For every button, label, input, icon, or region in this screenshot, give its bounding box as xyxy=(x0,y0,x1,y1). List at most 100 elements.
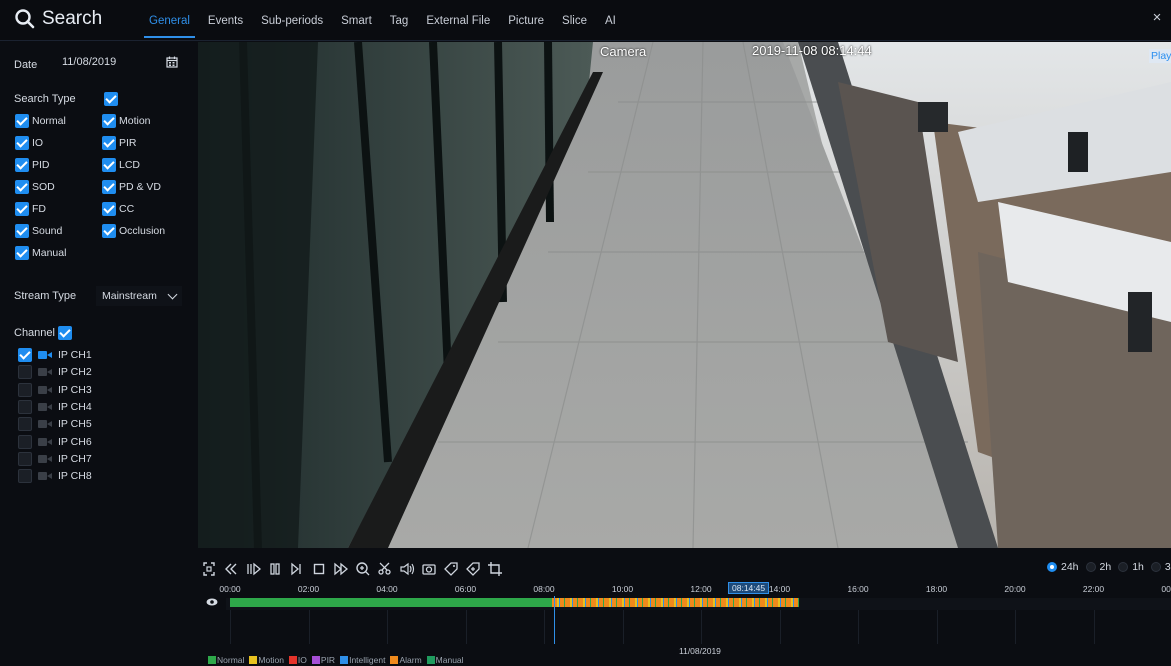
checkbox[interactable] xyxy=(102,136,116,150)
search-type-pid[interactable]: PID xyxy=(15,158,50,172)
playhead-line[interactable] xyxy=(553,596,555,644)
search-type-motion[interactable]: Motion xyxy=(102,114,151,128)
search-type-cc[interactable]: CC xyxy=(102,202,134,216)
range-label: 1h xyxy=(1132,561,1144,573)
search-type-all-checkbox[interactable] xyxy=(104,92,118,106)
channel-checkbox[interactable] xyxy=(18,365,32,380)
channel-item[interactable]: IP CH4 xyxy=(18,399,92,414)
legend-label: Intelligent xyxy=(349,655,386,665)
tab-picture[interactable]: Picture xyxy=(499,12,553,38)
search-type-sod[interactable]: SOD xyxy=(15,180,55,194)
tab-sub-periods[interactable]: Sub-periods xyxy=(252,12,332,38)
page-title: Search xyxy=(42,8,103,29)
legend-label: Normal xyxy=(217,655,245,665)
range-radio-24h[interactable] xyxy=(1047,562,1057,572)
timeline-gridline xyxy=(387,610,388,644)
channel-item[interactable]: IP CH6 xyxy=(18,434,92,449)
channel-checkbox[interactable] xyxy=(18,469,32,484)
recording-segment-events[interactable] xyxy=(551,598,800,607)
date-field[interactable]: 11/08/2019 xyxy=(56,52,182,72)
legend-item: Manual xyxy=(426,655,464,665)
search-type-manual[interactable]: Manual xyxy=(15,246,66,260)
channel-checkbox[interactable] xyxy=(18,434,32,449)
range-radio-2h[interactable] xyxy=(1085,562,1096,572)
channel-checkbox[interactable] xyxy=(18,451,32,466)
close-button[interactable]: × xyxy=(1149,10,1165,26)
tab-tag[interactable]: Tag xyxy=(381,12,418,38)
tab-general[interactable]: General xyxy=(140,12,199,38)
search-type-fd[interactable]: FD xyxy=(15,202,46,216)
stop-icon[interactable] xyxy=(308,560,330,578)
stream-type-select[interactable]: Mainstream xyxy=(96,286,182,306)
tab-smart[interactable]: Smart xyxy=(332,12,381,38)
search-type-io[interactable]: IO xyxy=(15,136,43,150)
fast-forward-icon[interactable] xyxy=(330,560,352,578)
channel-checkbox[interactable] xyxy=(18,417,32,432)
checkbox[interactable] xyxy=(102,202,116,216)
search-type-occlusion[interactable]: Occlusion xyxy=(102,224,165,238)
checkbox[interactable] xyxy=(15,202,29,216)
video-player[interactable]: Camera 2019-11-08 08:14:44 Play xyxy=(198,42,1171,548)
timeline-gridline xyxy=(1015,610,1016,644)
volume-icon[interactable] xyxy=(396,560,418,578)
zoom-icon[interactable] xyxy=(352,560,374,578)
checkbox[interactable] xyxy=(102,180,116,194)
timeline-gridline xyxy=(622,610,624,644)
rewind-icon[interactable] xyxy=(220,560,242,578)
eye-icon[interactable] xyxy=(206,598,218,606)
fullscreen-icon[interactable] xyxy=(198,560,220,578)
channel-label: IP CH6 xyxy=(58,435,92,448)
legend-item: PIR xyxy=(311,655,336,665)
legend-label: PIR xyxy=(320,655,336,665)
channel-item[interactable]: IP CH1 xyxy=(18,348,92,362)
tab-external-file[interactable]: External File xyxy=(417,12,499,38)
tab-ai[interactable]: AI xyxy=(596,12,625,38)
range-radio-1h[interactable] xyxy=(1118,562,1129,572)
checkbox[interactable] xyxy=(15,136,29,150)
channel-item[interactable]: IP CH5 xyxy=(18,417,92,432)
checkbox[interactable] xyxy=(102,224,116,238)
calendar-icon[interactable] xyxy=(166,56,178,68)
checkbox[interactable] xyxy=(15,246,29,260)
play-slow-icon[interactable] xyxy=(242,560,264,578)
search-type-lcd[interactable]: LCD xyxy=(102,158,140,172)
checkbox[interactable] xyxy=(15,114,29,128)
timeline-tick-label: 16:00 xyxy=(847,584,869,594)
channel-item[interactable]: IP CH8 xyxy=(18,469,92,484)
search-type-pd-vd[interactable]: PD & VD xyxy=(102,180,161,194)
search-type-normal[interactable]: Normal xyxy=(15,114,66,128)
search-type-label: Motion xyxy=(119,115,151,127)
checkbox[interactable] xyxy=(102,114,116,128)
channel-checkbox[interactable] xyxy=(18,348,32,362)
snapshot-icon[interactable] xyxy=(418,560,440,578)
channel-checkbox[interactable] xyxy=(18,399,32,414)
tab-events[interactable]: Events xyxy=(199,12,252,38)
search-type-label: Sound xyxy=(32,225,63,237)
custom-tag-icon[interactable] xyxy=(462,560,484,578)
search-type-pir[interactable]: PIR xyxy=(102,136,137,150)
timeline[interactable]: 08:14:45 11/08/2019 00:00 02:00 04:00 06:00… xyxy=(198,580,1171,656)
step-icon[interactable] xyxy=(286,560,308,578)
crop-icon[interactable] xyxy=(484,560,506,578)
search-type-sound[interactable]: Sound xyxy=(15,224,62,238)
channel-checkbox[interactable] xyxy=(18,382,32,397)
search-type-label: IO xyxy=(32,137,44,149)
clip-icon[interactable] xyxy=(374,560,396,578)
pause-icon[interactable] xyxy=(264,560,286,578)
checkbox[interactable] xyxy=(15,158,29,172)
checkbox[interactable] xyxy=(102,158,116,172)
channel-item[interactable]: IP CH3 xyxy=(18,382,92,397)
channel-item[interactable]: IP CH7 xyxy=(18,451,92,466)
timeline-tick-label: 08:00 xyxy=(533,584,555,594)
current-time-marker[interactable]: 08:14:45 xyxy=(728,582,770,594)
recording-segment-normal[interactable] xyxy=(230,598,552,607)
checkbox[interactable] xyxy=(15,224,29,238)
tag-icon[interactable] xyxy=(440,560,462,578)
range-radio-30m[interactable] xyxy=(1150,562,1161,572)
range-label: 30m xyxy=(1164,561,1171,573)
channel-all-checkbox[interactable] xyxy=(57,326,72,340)
checkbox[interactable] xyxy=(15,180,29,194)
tab-slice[interactable]: Slice xyxy=(553,12,596,38)
search-type-label: PIR xyxy=(119,137,137,149)
channel-item[interactable]: IP CH2 xyxy=(18,365,92,380)
